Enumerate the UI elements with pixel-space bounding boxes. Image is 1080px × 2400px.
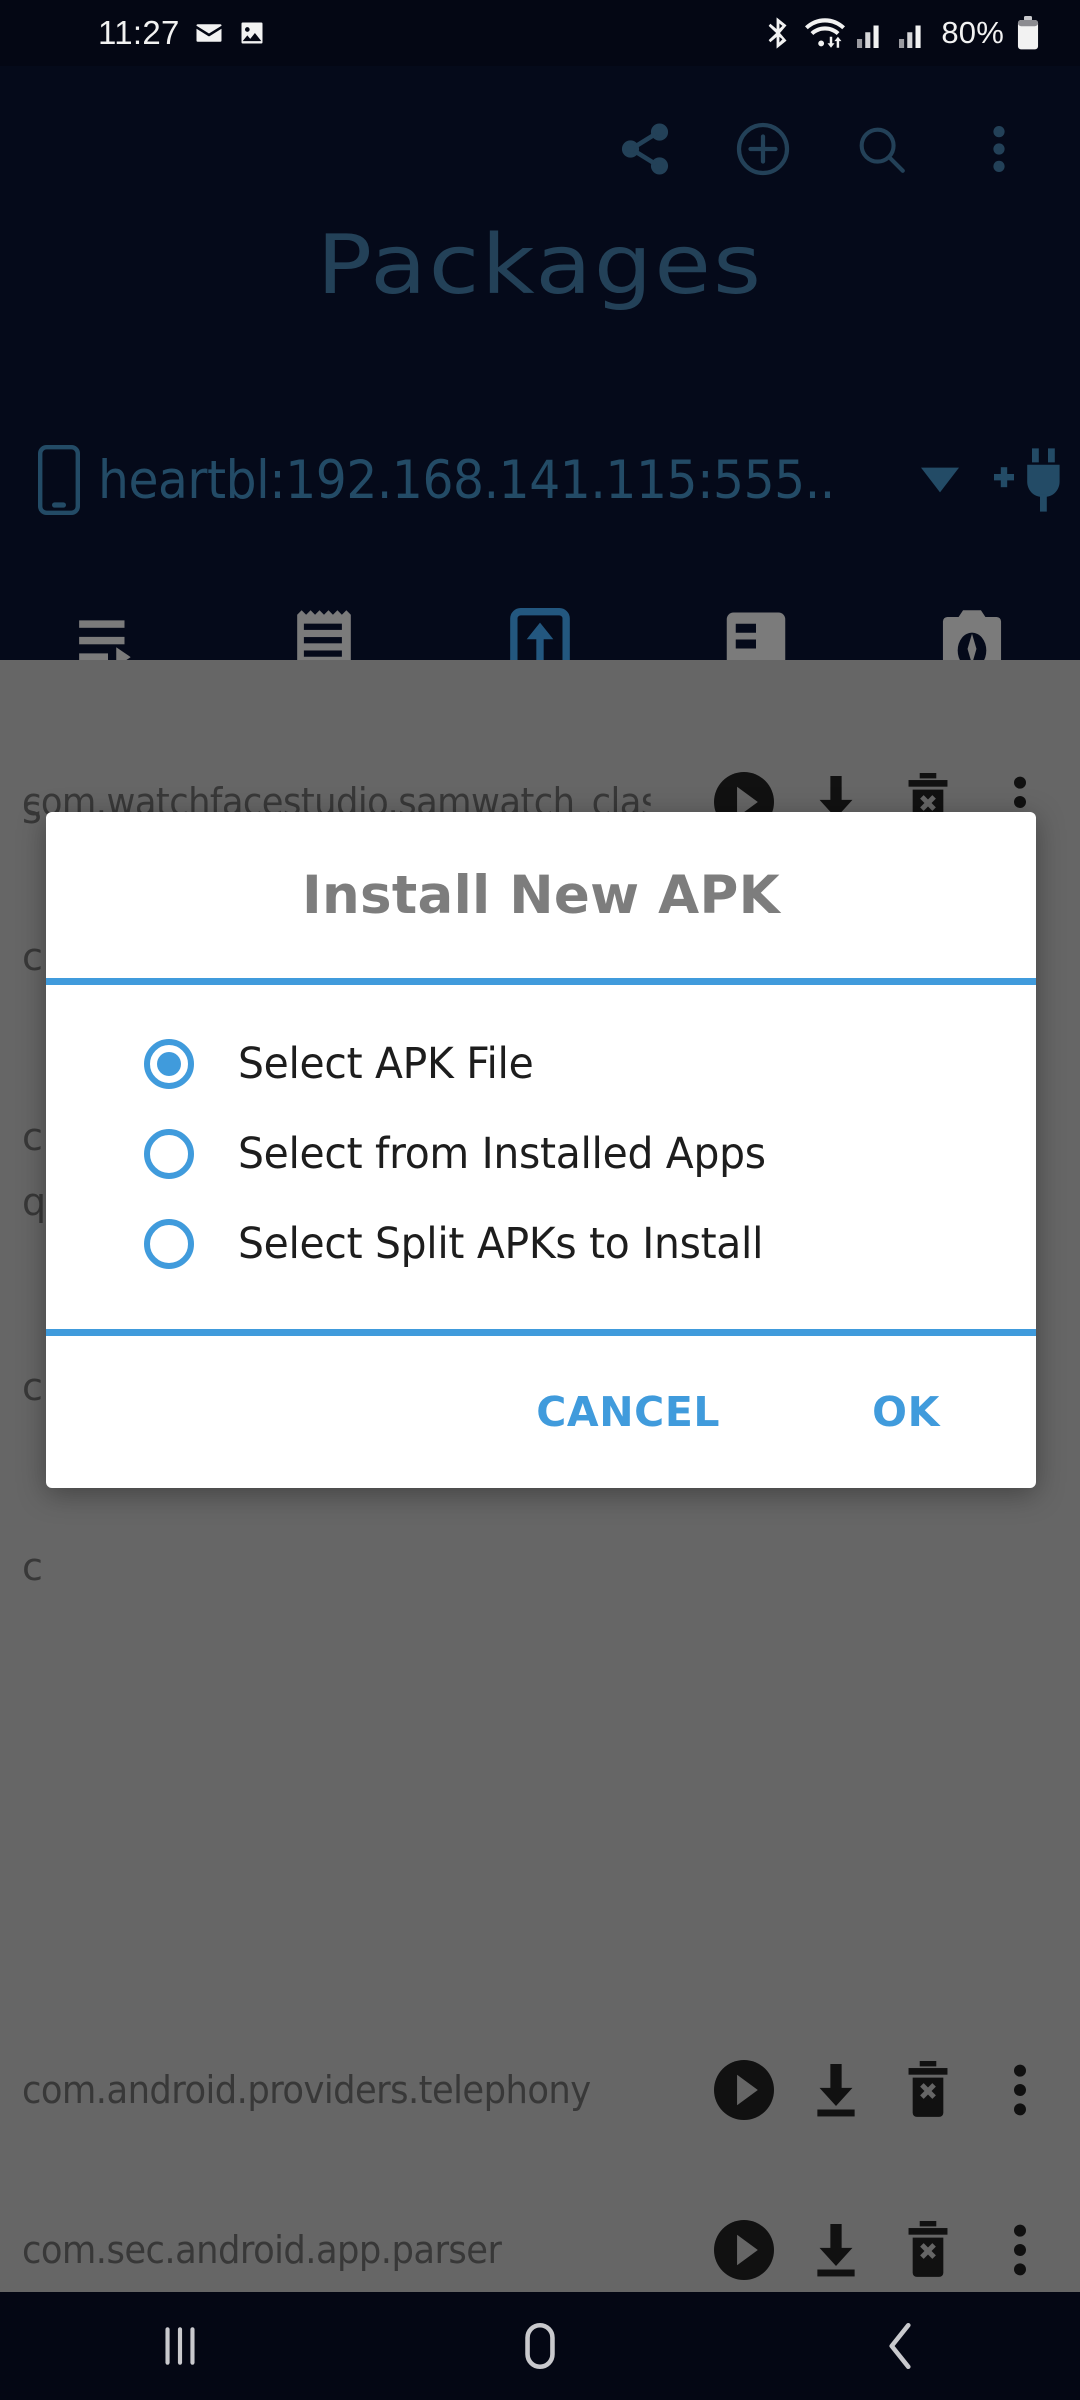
home-icon[interactable] [360, 2319, 720, 2373]
dialog-top-divider [46, 978, 1036, 985]
dialog-actions: CANCEL OK [46, 1336, 1036, 1488]
device-name: heartbl:192.168.141.115:555.. [97, 449, 835, 511]
phone-screen: 11:27 80% Packages heartbl:192.168.141.1… [0, 0, 1080, 2400]
navigation-bar [0, 2292, 1080, 2400]
row-overflow-icon[interactable] [974, 2061, 1066, 2119]
package-name-wrap: s [22, 788, 42, 832]
page-title: Packages [316, 218, 764, 313]
image-icon [238, 19, 266, 47]
battery-icon [1016, 16, 1040, 50]
radio-button-icon[interactable] [144, 1039, 194, 1089]
recents-icon[interactable] [0, 2322, 360, 2370]
app-bar: Packages heartbl:192.168.141.115:555.. [0, 66, 1080, 726]
row-actions [698, 2220, 1080, 2280]
radio-label: Select APK File [238, 1039, 534, 1089]
package-name: c [22, 1115, 43, 1159]
back-icon[interactable] [720, 2319, 1080, 2373]
launch-icon[interactable] [698, 2060, 790, 2120]
package-name: c [22, 935, 43, 979]
chevron-down-icon[interactable] [899, 467, 982, 493]
table-row[interactable]: com.android.providers.telephony [0, 2010, 1080, 2170]
ok-button[interactable]: OK [838, 1370, 974, 1454]
dialog-title: Install New APK [301, 864, 781, 926]
search-icon[interactable] [822, 94, 940, 204]
radio-option-select-split-apks[interactable]: Select Split APKs to Install [46, 1199, 1036, 1289]
overflow-menu-icon[interactable] [940, 94, 1058, 204]
table-row[interactable]: com.sec.android.app.parser [0, 2170, 1080, 2292]
radio-label: Select from Installed Apps [238, 1129, 766, 1179]
signal-icon-2 [899, 18, 929, 48]
install-apk-dialog: Install New APK Select APK File Select f… [46, 812, 1036, 1488]
battery-percent: 80% [941, 15, 1004, 50]
wifi-icon [805, 16, 846, 50]
radio-option-select-from-installed-apps[interactable]: Select from Installed Apps [46, 1109, 1036, 1199]
download-icon[interactable] [790, 2061, 882, 2119]
bluetooth-icon [763, 16, 793, 50]
radio-option-select-apk-file[interactable]: Select APK File [46, 1019, 1036, 1109]
package-name: com.sec.android.app.parser [22, 2228, 502, 2272]
add-plug-icon[interactable] [982, 446, 1070, 514]
row-actions [698, 2060, 1080, 2120]
status-bar-left: 11:27 [98, 14, 266, 52]
dialog-body: Select APK File Select from Installed Ap… [46, 985, 1036, 1329]
row-overflow-icon[interactable] [974, 2221, 1066, 2279]
package-name: c [22, 1365, 43, 1409]
radio-button-icon[interactable] [144, 1219, 194, 1269]
signal-icon-1 [857, 18, 887, 48]
device-selector[interactable]: heartbl:192.168.141.115:555.. [0, 424, 1080, 536]
share-icon[interactable] [586, 94, 704, 204]
mail-icon [194, 18, 224, 48]
status-clock: 11:27 [98, 14, 180, 51]
package-name: c [22, 1545, 43, 1589]
phone-icon [34, 444, 84, 516]
dialog-bottom-divider [46, 1329, 1036, 1336]
launch-icon[interactable] [698, 2220, 790, 2280]
download-icon[interactable] [790, 2221, 882, 2279]
add-circle-icon[interactable] [704, 94, 822, 204]
radio-label: Select Split APKs to Install [238, 1219, 764, 1269]
uninstall-icon[interactable] [882, 2221, 974, 2279]
status-bar-right: 80% [763, 15, 1040, 51]
app-bar-actions [0, 94, 1080, 204]
package-name: com.android.providers.telephony [22, 2068, 591, 2112]
cancel-button[interactable]: CANCEL [502, 1370, 754, 1454]
status-bar: 11:27 80% [0, 0, 1080, 66]
package-name: q [22, 1180, 47, 1224]
radio-button-icon[interactable] [144, 1129, 194, 1179]
uninstall-icon[interactable] [882, 2061, 974, 2119]
